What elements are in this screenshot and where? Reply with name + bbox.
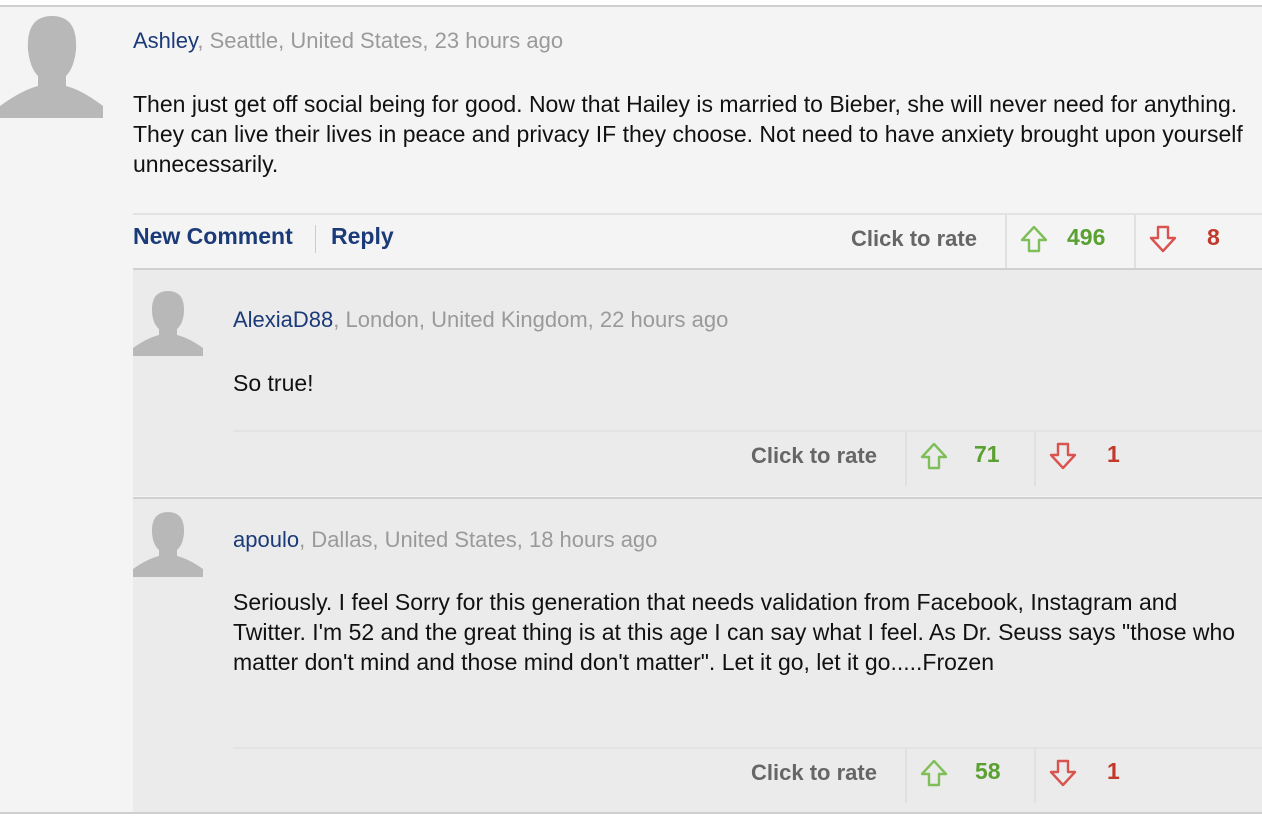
click-to-rate-label: Click to rate <box>751 760 877 785</box>
upvote-button[interactable]: 496 <box>1005 215 1135 269</box>
bottom-divider <box>0 812 1262 814</box>
reply-action-bar: Click to rate 71 1 <box>233 430 1262 486</box>
upvote-count: 71 <box>974 441 1000 467</box>
reply-text: So true! <box>233 370 314 396</box>
comment-text: Then just get off social being for good.… <box>133 91 1243 177</box>
downvote-button[interactable]: 1 <box>1034 749 1164 803</box>
upvote-count: 496 <box>1067 224 1106 250</box>
comment-meta: Ashley, Seattle, United States, 23 hours… <box>133 28 563 54</box>
downvote-count: 1 <box>1107 758 1120 784</box>
upvote-count: 58 <box>975 758 1001 784</box>
upvote-button[interactable]: 58 <box>905 749 1035 803</box>
reply-action-bar: Click to rate 58 1 <box>233 747 1262 803</box>
thumbs-down-arrow-icon <box>1049 442 1077 470</box>
new-comment-button[interactable]: New Comment <box>133 223 293 250</box>
reply-text: Seriously. I feel Sorry for this generat… <box>233 589 1236 675</box>
reply-button[interactable]: Reply <box>331 223 394 250</box>
author-link[interactable]: Ashley <box>133 28 197 53</box>
default-avatar-icon <box>0 10 103 118</box>
downvote-button[interactable]: 1 <box>1034 432 1164 486</box>
thumbs-down-arrow-icon <box>1049 759 1077 787</box>
reply-location-time: , Dallas, United States, 18 hours ago <box>299 527 658 552</box>
click-to-rate-label: Click to rate <box>751 443 877 468</box>
downvote-count: 8 <box>1207 224 1220 250</box>
reply-comment: apoulo, Dallas, United States, 18 hours … <box>133 497 1262 814</box>
thumbs-up-arrow-icon <box>920 759 948 787</box>
click-to-rate-label: Click to rate <box>851 226 977 251</box>
default-avatar-icon <box>133 507 203 577</box>
upvote-button[interactable]: 71 <box>905 432 1035 486</box>
default-avatar-icon <box>133 286 203 356</box>
reply-meta: apoulo, Dallas, United States, 18 hours … <box>233 527 657 553</box>
downvote-count: 1 <box>1107 441 1120 467</box>
author-link[interactable]: AlexiaD88 <box>233 307 333 332</box>
thumbs-up-arrow-icon <box>1020 225 1048 253</box>
action-divider <box>315 225 316 253</box>
author-link[interactable]: apoulo <box>233 527 299 552</box>
comment: Ashley, Seattle, United States, 23 hours… <box>0 7 1262 814</box>
reply-location-time: , London, United Kingdom, 22 hours ago <box>333 307 729 332</box>
thumbs-down-arrow-icon <box>1149 225 1177 253</box>
thumbs-up-arrow-icon <box>920 442 948 470</box>
reply-meta: AlexiaD88, London, United Kingdom, 22 ho… <box>233 307 728 333</box>
reply-comment: AlexiaD88, London, United Kingdom, 22 ho… <box>133 268 1262 496</box>
downvote-button[interactable]: 8 <box>1134 215 1262 269</box>
comment-action-bar: New Comment Reply Click to rate 496 8 <box>133 213 1262 269</box>
comment-location-time: , Seattle, United States, 23 hours ago <box>197 28 564 53</box>
